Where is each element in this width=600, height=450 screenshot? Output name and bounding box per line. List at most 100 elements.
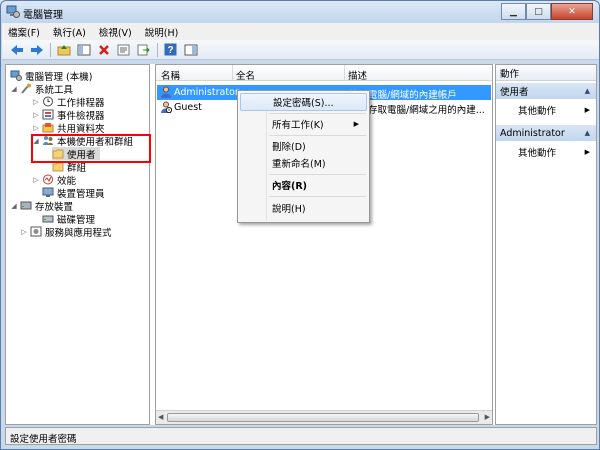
computer-management-icon: [10, 70, 22, 81]
tree-label: 電腦管理 (本機): [25, 71, 93, 83]
action-label: 其他動作: [518, 148, 557, 159]
services-icon: [30, 226, 42, 237]
tree-item-system-tools[interactable]: ◢ 系統工具: [10, 82, 73, 96]
export-list-icon: [137, 44, 150, 55]
collapse-triangle-icon[interactable]: ◢: [10, 85, 18, 93]
properties-icon: [117, 44, 130, 55]
tools-icon: [21, 83, 31, 94]
column-header-fullname[interactable]: 全名: [236, 68, 255, 82]
menu-view[interactable]: 檢視(V): [99, 25, 132, 39]
title-bar[interactable]: 電腦管理 ▁ □ ✕: [1, 1, 599, 23]
export-list-button[interactable]: [135, 42, 152, 58]
tree-label: 事件檢視器: [57, 110, 105, 122]
disabled-user-icon: [161, 101, 172, 113]
action-more-actions[interactable]: 其他動作 ▶: [496, 145, 596, 159]
forward-button[interactable]: [28, 42, 45, 58]
maximize-button[interactable]: □: [526, 3, 551, 20]
show-hide-tree-button[interactable]: [75, 42, 92, 58]
properties-button[interactable]: [115, 42, 132, 58]
actions-header: 動作: [496, 65, 596, 81]
actions-group-label: Administrator: [500, 127, 565, 139]
window-title: 電腦管理: [23, 10, 63, 21]
show-action-pane-button[interactable]: [182, 42, 199, 58]
action-more-actions[interactable]: 其他動作 ▶: [496, 103, 596, 117]
list-header: 名稱 全名 描述: [156, 65, 492, 82]
expand-triangle-icon[interactable]: ▷: [32, 111, 40, 119]
scroll-right-icon[interactable]: ▶: [485, 413, 490, 421]
tree-item-event-viewer[interactable]: ▷ 事件檢視器: [32, 108, 105, 122]
ctx-set-password[interactable]: 設定密碼(S)...: [240, 93, 367, 111]
annotation-highlight-box: [31, 134, 151, 163]
event-log-icon: [42, 109, 54, 120]
tree-label: 效能: [57, 175, 77, 187]
tree-item-performance[interactable]: ▷ 效能: [32, 173, 77, 187]
menu-separator: [269, 113, 366, 114]
menu-action[interactable]: 執行(A): [53, 25, 86, 39]
menu-separator: [269, 174, 366, 175]
menu-help[interactable]: 說明(H): [145, 25, 179, 39]
up-folder-icon: [57, 44, 70, 55]
user-icon: [161, 86, 171, 98]
show-action-pane-icon: [184, 44, 197, 55]
tree-item-device-manager[interactable]: 裝置管理員: [42, 186, 105, 200]
column-divider[interactable]: [232, 65, 233, 81]
performance-icon: [43, 174, 53, 185]
actions-group-label: 使用者: [500, 87, 529, 98]
column-header-name[interactable]: 名稱: [161, 68, 180, 82]
computer-management-icon: [6, 5, 20, 18]
collapse-up-icon[interactable]: ▲: [585, 87, 590, 95]
expand-triangle-icon[interactable]: ▷: [32, 98, 40, 106]
up-level-button[interactable]: [55, 42, 72, 58]
scrollbar-thumb[interactable]: [167, 413, 479, 422]
tree-label: 工作排程器: [57, 97, 105, 109]
tree-item-shared-folders[interactable]: ▷ 共用資料夾: [32, 121, 105, 135]
tree-item-services-apps[interactable]: ▷ 服務與應用程式: [20, 225, 112, 239]
shared-folder-icon: [42, 123, 54, 133]
tree-item-storage[interactable]: ◢ 存放裝置: [10, 199, 73, 213]
status-bar: 設定使用者密碼: [5, 427, 597, 445]
minimize-button[interactable]: ▁: [501, 3, 526, 20]
expand-triangle-icon[interactable]: ▷: [32, 124, 40, 132]
storage-icon: [20, 201, 32, 210]
column-header-description[interactable]: 描述: [348, 68, 367, 82]
tree-item-task-scheduler[interactable]: ▷ 工作排程器: [32, 95, 105, 109]
menu-file[interactable]: 檔案(F): [8, 25, 40, 39]
ctx-help[interactable]: 說明(H): [240, 199, 367, 217]
delete-button[interactable]: [95, 42, 112, 58]
column-divider[interactable]: [344, 65, 345, 81]
tree-item-computer-management[interactable]: 電腦管理 (本機): [10, 69, 93, 83]
menu-bar: 檔案(F) 執行(A) 檢視(V) 說明(H): [2, 23, 599, 40]
menu-item-label: 重新命名(M): [272, 159, 326, 170]
maximize-icon: □: [534, 6, 543, 17]
submenu-arrow-icon: ▶: [584, 106, 590, 114]
ctx-delete[interactable]: 刪除(D): [240, 137, 367, 155]
toolbar-separator: [50, 42, 51, 57]
actions-group-users[interactable]: 使用者 ▲: [496, 83, 596, 99]
actions-group-administrator[interactable]: Administrator ▲: [496, 125, 596, 141]
close-button[interactable]: ✕: [551, 3, 593, 20]
menu-separator: [269, 196, 366, 197]
submenu-arrow-icon: ▶: [584, 148, 590, 156]
expand-triangle-icon[interactable]: ▷: [32, 176, 40, 184]
console-tree: 電腦管理 (本機) ◢ 系統工具 ▷ 工作排程器 ▷ 事件檢視器 ▷ 共用資料夾: [5, 64, 150, 425]
menu-item-label: 內容(R): [272, 181, 307, 192]
tree-label: 共用資料夾: [57, 123, 105, 135]
ctx-rename[interactable]: 重新命名(M): [240, 154, 367, 172]
toolbar: ?: [2, 40, 599, 60]
minimize-icon: ▁: [510, 6, 517, 17]
help-button[interactable]: ?: [162, 42, 179, 58]
clock-icon: [43, 96, 53, 107]
collapse-up-icon[interactable]: ▲: [585, 129, 590, 137]
show-hide-tree-icon: [77, 44, 90, 55]
back-button[interactable]: [8, 42, 25, 58]
ctx-all-tasks[interactable]: 所有工作(K) ▶: [240, 115, 367, 133]
scroll-left-icon[interactable]: ◀: [158, 413, 163, 421]
expand-triangle-icon[interactable]: ▷: [20, 228, 28, 236]
delete-icon: [98, 44, 109, 55]
ctx-properties[interactable]: 內容(R): [240, 176, 367, 194]
context-menu: 設定密碼(S)... 所有工作(K) ▶ 刪除(D) 重新命名(M) 內容(R)…: [237, 90, 370, 223]
tree-item-disk-management[interactable]: 磁碟管理: [42, 212, 95, 226]
collapse-triangle-icon[interactable]: ◢: [10, 202, 18, 210]
close-icon: ✕: [568, 6, 576, 17]
horizontal-scrollbar[interactable]: ◀ ▶: [156, 410, 492, 424]
